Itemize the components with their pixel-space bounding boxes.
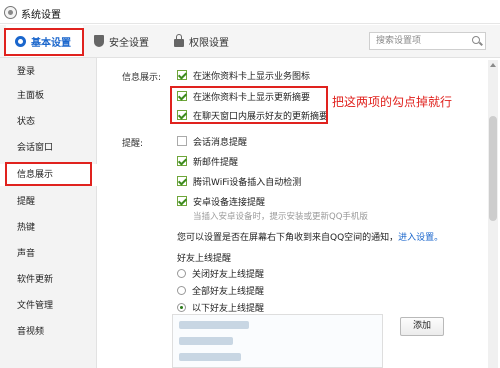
reminder-label: 提醒: <box>122 139 144 149</box>
option-label: 在迷你资料卡上显示业务图标 <box>193 71 311 82</box>
radio-all-friend-online[interactable]: 全部好友上线提醒 <box>177 283 264 297</box>
qq-app-icon <box>4 6 17 19</box>
option-label: 会话消息提醒 <box>193 137 248 148</box>
checkbox-checked[interactable] <box>177 156 187 166</box>
tab-security-settings[interactable]: 安全设置 <box>94 25 149 57</box>
sidebar-item-software-update[interactable]: 软件更新 <box>0 269 97 291</box>
option-label: 关闭好友上线提醒 <box>192 269 265 280</box>
sidebar-item-main-panel[interactable]: 主面板 <box>0 85 97 107</box>
sidebar-item-status[interactable]: 状态 <box>0 111 97 133</box>
scrollbar-thumb[interactable] <box>489 116 497 221</box>
option-android-connect-reminder[interactable]: 安卓设备连接提醒 <box>177 194 265 208</box>
window-title: 系统设置 <box>21 10 61 21</box>
sidebar-item-sound[interactable]: 声音 <box>0 243 97 265</box>
highlight-box-tab <box>4 28 84 56</box>
qzone-notice: 您可以设置是否在屏幕右下角收到来自QQ空间的通知， 进入设置。 <box>177 229 443 243</box>
tab-label: 权限设置 <box>189 37 229 49</box>
scroll-up-arrow-icon[interactable] <box>490 63 496 67</box>
search-input[interactable]: 搜索设置项 <box>369 32 486 50</box>
qzone-settings-link[interactable]: 进入设置。 <box>398 230 443 243</box>
sidebar-item-audio-video[interactable]: 音视频 <box>0 321 97 343</box>
radio-button[interactable] <box>177 268 186 278</box>
option-label: 安卓设备连接提醒 <box>193 197 266 208</box>
android-hint: 当插入安卓设备时，提示安装或更新QQ手机版 <box>193 212 368 222</box>
radio-button[interactable] <box>177 285 186 295</box>
checkbox-checked[interactable] <box>177 176 187 186</box>
lock-icon <box>174 34 184 47</box>
option-wifi-device-detect[interactable]: 腾讯WiFi设备插入自动检测 <box>177 174 301 188</box>
option-label: 腾讯WiFi设备插入自动检测 <box>193 177 302 188</box>
shield-icon <box>94 35 104 47</box>
blurred-friend-entry <box>179 321 249 329</box>
sidebar-item-hotkey[interactable]: 热键 <box>0 217 97 239</box>
sidebar: 登录 主面板 状态 会话窗口 信息展示 提醒 热键 声音 软件更新 文件管理 音… <box>0 58 97 368</box>
info-display-label: 信息展示: <box>122 73 162 83</box>
radio-selected-friend-online[interactable]: 以下好友上线提醒 <box>177 300 264 314</box>
annotation-text: 把这两项的勾点掉就行 <box>332 95 453 109</box>
radio-button-selected[interactable] <box>177 302 186 312</box>
sidebar-item-file-management[interactable]: 文件管理 <box>0 295 97 317</box>
tab-permission-settings[interactable]: 权限设置 <box>174 25 229 57</box>
checkbox-unchecked[interactable] <box>177 136 187 146</box>
friend-online-title: 好友上线提醒 <box>177 254 232 264</box>
search-icon[interactable] <box>472 36 480 44</box>
checkbox-checked[interactable] <box>177 196 187 206</box>
qzone-text: 您可以设置是否在屏幕右下角收到来自QQ空间的通知， <box>177 232 399 243</box>
option-mini-card-business-icon[interactable]: 在迷你资料卡上显示业务图标 <box>177 68 310 82</box>
blurred-friend-entry <box>179 353 241 361</box>
title-bar: 系统设置 <box>0 0 500 24</box>
sidebar-item-chat-window[interactable]: 会话窗口 <box>0 137 97 159</box>
radio-close-friend-online[interactable]: 关闭好友上线提醒 <box>177 266 264 280</box>
tab-label: 安全设置 <box>109 37 149 49</box>
highlight-box-options <box>170 86 328 124</box>
option-new-mail-reminder[interactable]: 新邮件提醒 <box>177 154 238 168</box>
option-session-message-reminder[interactable]: 会话消息提醒 <box>177 134 247 148</box>
sidebar-item-reminder[interactable]: 提醒 <box>0 191 97 213</box>
highlight-box-sidebar <box>5 162 92 186</box>
option-label: 新邮件提醒 <box>193 157 239 168</box>
option-label: 全部好友上线提醒 <box>192 286 265 297</box>
sidebar-item-login[interactable]: 登录 <box>0 61 97 83</box>
option-label: 以下好友上线提醒 <box>192 303 265 314</box>
blurred-friend-entry <box>179 337 233 345</box>
add-friend-button[interactable]: 添加 <box>400 317 444 336</box>
friend-list-box[interactable] <box>172 314 383 368</box>
checkbox-checked[interactable] <box>177 70 187 80</box>
